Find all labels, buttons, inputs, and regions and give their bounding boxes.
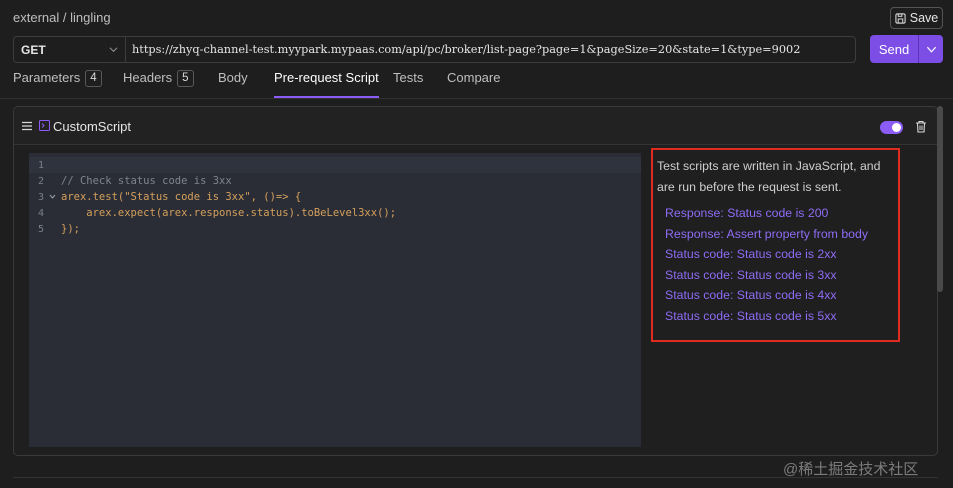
script-card: CustomScript 1 2 // Check status code is… (13, 106, 938, 456)
script-icon (39, 120, 50, 131)
url-value: https://zhyq-channel-test.myypark.mypaas… (132, 43, 801, 56)
tab-label: Headers (123, 70, 173, 85)
tab-label: Compare (447, 70, 501, 85)
code-text: }); (61, 223, 80, 235)
script-enable-toggle[interactable] (880, 121, 903, 134)
snippet-list: Response: Status code is 200 Response: A… (665, 203, 868, 327)
tab-label: Pre-request Script (274, 70, 379, 85)
tabs-divider (0, 98, 953, 99)
tab-label: Body (218, 70, 248, 85)
code-line: 2 // Check status code is 3xx (29, 173, 641, 189)
snippet-link[interactable]: Status code: Status code is 4xx (665, 285, 868, 306)
code-line: 3 arex.test("Status code is 3xx", ()=> { (29, 189, 641, 205)
tab-label: Tests (393, 70, 424, 85)
code-line: 1 (29, 157, 641, 173)
script-title: CustomScript (53, 119, 132, 134)
fold-chevron-icon[interactable] (49, 193, 56, 200)
tab-parameters[interactable]: Parameters 4 (13, 70, 102, 98)
code-text: // Check status code is 3xx (61, 175, 232, 187)
snippet-link[interactable]: Response: Status code is 200 (665, 203, 868, 224)
chevron-down-icon (926, 46, 936, 53)
method-value: GET (21, 42, 46, 57)
line-number: 3 (38, 191, 45, 203)
line-number: 5 (38, 223, 45, 235)
drag-handle-icon[interactable] (22, 121, 32, 131)
tab-tests[interactable]: Tests (393, 70, 423, 98)
chevron-down-icon (109, 47, 118, 53)
snippet-link[interactable]: Response: Assert property from body (665, 224, 868, 245)
tab-compare[interactable]: Compare (447, 70, 500, 98)
count-badge: 4 (85, 70, 102, 87)
send-options-button[interactable] (918, 35, 943, 63)
count-badge: 5 (177, 70, 194, 87)
code-line: 4 arex.expect(arex.response.status).toBe… (29, 205, 641, 221)
save-icon (895, 12, 906, 24)
watermark: @稀土掘金技术社区 (783, 461, 919, 478)
save-label: Save (909, 11, 939, 25)
snippet-link[interactable]: Status code: Status code is 3xx (665, 265, 868, 286)
snippets-panel: Test scripts are written in JavaScript, … (651, 148, 900, 342)
snippet-link[interactable]: Status code: Status code is 5xx (665, 306, 868, 327)
line-number: 1 (38, 159, 45, 171)
line-number: 2 (38, 175, 45, 187)
send-button-group: Send (870, 35, 943, 63)
breadcrumb: external / lingling (13, 10, 111, 25)
tab-body[interactable]: Body (218, 70, 248, 98)
url-input[interactable]: https://zhyq-channel-test.myypark.mypaas… (125, 36, 856, 63)
snippets-description: Test scripts are written in JavaScript, … (657, 159, 881, 194)
code-editor[interactable]: 1 2 // Check status code is 3xx 3 arex.t… (29, 153, 641, 447)
code-text: arex.expect(arex.response.status).toBeLe… (61, 207, 397, 219)
tab-label: Parameters (13, 70, 81, 85)
vertical-scrollbar[interactable] (937, 106, 943, 292)
tab-headers[interactable]: Headers 5 (123, 70, 194, 98)
script-card-header: CustomScript (14, 107, 937, 145)
code-line: 5 }); (29, 221, 641, 237)
trash-icon[interactable] (915, 120, 927, 133)
method-select[interactable]: GET (13, 36, 125, 63)
tab-pre-request-script[interactable]: Pre-request Script (274, 70, 379, 98)
snippet-link[interactable]: Status code: Status code is 2xx (665, 244, 868, 265)
save-button[interactable]: Save (890, 7, 943, 29)
code-text: arex.test("Status code is 3xx", ()=> { (61, 191, 302, 203)
send-button[interactable]: Send (870, 35, 918, 63)
line-number: 4 (38, 207, 45, 219)
